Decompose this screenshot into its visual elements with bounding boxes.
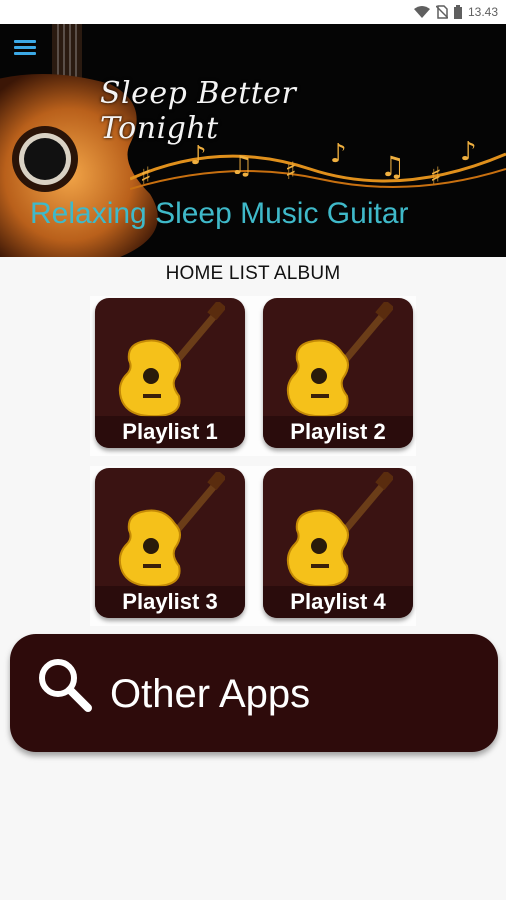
banner-title: Sleep Better Tonight [100,76,297,146]
battery-icon [453,5,462,19]
guitar-icon [118,472,225,588]
guitar-icon [118,302,225,418]
wifi-icon [413,6,430,18]
other-apps-button[interactable]: Other Apps [10,634,498,752]
playlist-tile-3[interactable]: Playlist 3 [95,468,245,618]
banner-subtitle: Relaxing Sleep Music Guitar [30,197,409,230]
status-bar: 13.43 [0,0,506,24]
playlist-row: Playlist 1 Playlist 2 [0,296,506,456]
svg-text:♫: ♫ [380,150,405,183]
playlist-tile-4[interactable]: Playlist 4 [263,468,413,618]
svg-text:♯: ♯ [430,162,442,190]
playlist-tile-1[interactable]: Playlist 1 [95,298,245,448]
status-time: 13.43 [467,5,498,19]
section-title: HOME LIST ALBUM [165,263,341,284]
svg-text:♯: ♯ [285,157,297,185]
playlist-label: Playlist 4 [263,586,413,618]
guitar-icon [286,472,393,588]
playlist-row: Playlist 3 Playlist 4 [0,466,506,626]
menu-icon[interactable] [14,40,36,58]
guitar-icon [286,302,393,418]
header-banner: ♯ ♪ ♫ ♯ ♪ ♫ ♯ ♪ Sleep Better Tonight Rel… [0,24,506,257]
svg-text:♪: ♪ [460,137,477,167]
playlist-label: Playlist 3 [95,586,245,618]
search-icon [39,659,92,712]
playlist-label: Playlist 2 [263,416,413,448]
no-sim-icon [435,5,448,19]
playlist-label: Playlist 1 [95,416,245,448]
playlist-tile-2[interactable]: Playlist 2 [263,298,413,448]
other-apps-label: Other Apps [110,672,311,716]
svg-text:♫: ♫ [230,151,253,181]
svg-text:♯: ♯ [140,162,152,190]
